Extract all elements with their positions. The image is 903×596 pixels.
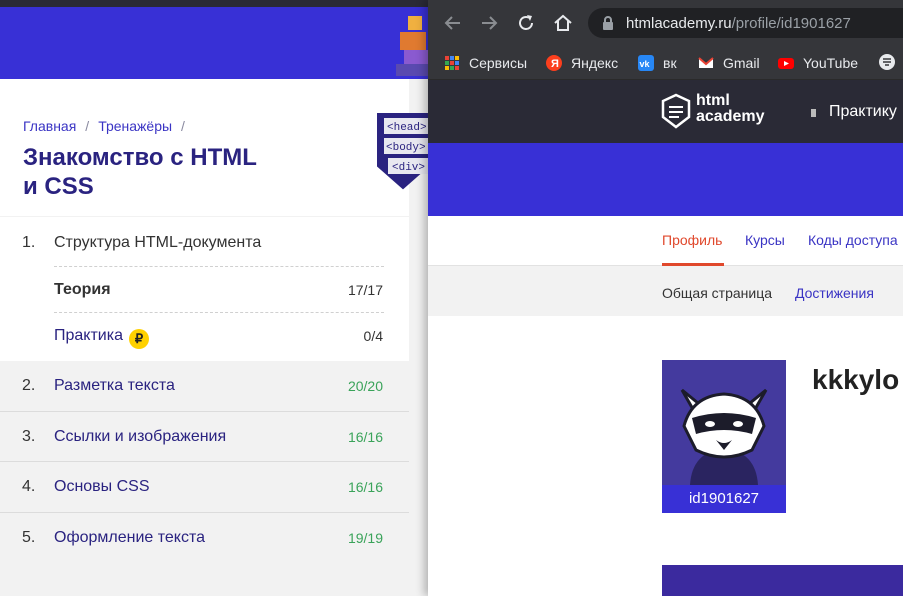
profile-tabs: Профиль Курсы Коды доступа [428, 216, 903, 266]
url-text: htmlacademy.ru/profile/id1901627 [626, 15, 851, 32]
ruble-coin-icon: ₽ [129, 329, 149, 349]
logo-line2: academy [696, 108, 765, 125]
breadcrumb: Главная / Тренажёры / [23, 118, 194, 134]
yandex-icon: Я [546, 55, 562, 71]
chapter-count: 20/20 [347, 378, 383, 394]
breadcrumb-separator: / [85, 118, 90, 134]
course-badge-icon: <head> <body> <div> [377, 113, 430, 190]
subitem-label: Практика ₽ [54, 327, 149, 349]
profile-banner [428, 143, 903, 216]
back-arrow-icon[interactable] [441, 11, 465, 35]
chapter-number: 2. [22, 377, 36, 394]
bookmark-vk[interactable]: vk вк [638, 53, 677, 73]
chapter-label: Основы CSS [54, 478, 150, 495]
decorative-illustration [396, 16, 430, 76]
page-title-line1: Знакомство с HTML [23, 144, 257, 171]
badge-body-tag: <body> [386, 142, 426, 154]
badge-head-tag: <head> [387, 122, 427, 134]
address-bar[interactable]: htmlacademy.ru/profile/id1901627 [588, 8, 903, 38]
screen: Главная / Тренажёры / Знакомство с HTML и C… [0, 0, 903, 596]
bookmark-label: YouTube [803, 55, 859, 71]
page-title: Знакомство с HTML и CSS [23, 143, 323, 201]
chapter-count: 19/19 [347, 529, 383, 546]
youtube-icon [778, 58, 794, 69]
apps-grid-icon [445, 56, 459, 70]
chapter-label: Оформление текста [54, 528, 206, 546]
chapter-number: 3. [22, 427, 36, 445]
chapter-number: 1. [22, 234, 36, 251]
chapter-1-section: 1. Структура HTML-документа Теория 17/17… [0, 217, 409, 361]
chapter-label: Структура HTML-документа [54, 234, 262, 251]
chapter-label: Разметка текста [54, 377, 175, 394]
globe-bookmark-icon[interactable] [878, 53, 896, 71]
subitem-label: Теория [54, 281, 111, 298]
avatar[interactable]: id1901627 [662, 360, 786, 513]
site-header: html academy Практику [428, 80, 903, 143]
subtab-achievements[interactable]: Достижения [795, 285, 874, 301]
chapter-row-2[interactable]: 2. Разметка текста 20/20 [0, 361, 409, 412]
chapter-list: 1. Структура HTML-документа Теория 17/17… [0, 217, 409, 563]
browser-toolbar: htmlacademy.ru/profile/id1901627 [428, 0, 903, 46]
html-academy-logo-icon[interactable] [661, 93, 691, 129]
url-path: /profile/id1901627 [731, 15, 851, 32]
chapter-count: 16/16 [347, 479, 383, 495]
profile-username: kkkylo [812, 364, 900, 395]
reload-icon[interactable] [514, 11, 538, 35]
profile-subtabs: Общая страница Достижения [428, 266, 903, 316]
bookmark-gmail[interactable]: Gmail [698, 53, 760, 73]
breadcrumb-trainers-link[interactable]: Тренажёры [98, 118, 172, 134]
subitem-theory[interactable]: Теория 17/17 [0, 267, 409, 313]
avatar-user-id: id1901627 [662, 485, 786, 513]
subitem-count: 0/4 [363, 328, 383, 344]
subitem-count: 17/17 [347, 282, 383, 298]
svg-text:vk: vk [640, 59, 651, 69]
chapter-row-5[interactable]: 5. Оформление текста 19/19 [0, 513, 409, 564]
browser-window: htmlacademy.ru/profile/id1901627 Сервисы… [428, 0, 903, 596]
chapter-row-3[interactable]: 3. Ссылки и изображения 16/16 [0, 412, 409, 462]
tab-access-codes[interactable]: Коды доступа [808, 232, 898, 248]
logo-text[interactable]: html academy [696, 93, 765, 125]
lock-icon [603, 16, 613, 30]
chapter-row-1[interactable]: 1. Структура HTML-документа [0, 217, 409, 263]
nav-item-marker-icon [811, 109, 816, 117]
badge-div-tag: <div> [392, 162, 425, 174]
chapter-number: 5. [22, 528, 36, 546]
subitem-label-text: Практика [54, 327, 123, 344]
bookmark-yandex[interactable]: Я Яндекс [546, 53, 618, 73]
url-host: htmlacademy.ru [626, 15, 732, 32]
bookmark-label: вк [663, 55, 677, 71]
header-banner [0, 7, 430, 79]
vk-icon: vk [638, 55, 654, 71]
chapter-label: Ссылки и изображения [54, 427, 227, 445]
bookmark-label: Gmail [723, 55, 760, 71]
window-top-strip [0, 0, 430, 7]
profile-stats-band [662, 565, 903, 596]
bookmarks-bar: Сервисы Я Яндекс vk вк Gmail YouTube [428, 46, 903, 80]
subtab-overview[interactable]: Общая страница [662, 285, 772, 301]
breadcrumb-separator: / [181, 118, 185, 134]
nav-item-practice[interactable]: Практику [829, 103, 897, 121]
svg-text:Я: Я [551, 58, 559, 70]
chapter-row-4[interactable]: 4. Основы CSS 16/16 [0, 462, 409, 513]
gmail-icon [698, 57, 714, 68]
logo-line1: html [696, 92, 730, 109]
raccoon-avatar-icon [680, 388, 768, 485]
bookmark-label: Яндекс [571, 55, 619, 71]
forward-arrow-icon[interactable] [477, 11, 501, 35]
tab-profile[interactable]: Профиль [662, 232, 722, 248]
chapter-count: 16/16 [347, 428, 383, 445]
breadcrumb-home-link[interactable]: Главная [23, 118, 76, 134]
home-icon[interactable] [551, 11, 575, 35]
chapter-number: 4. [22, 478, 36, 495]
trainer-window: Главная / Тренажёры / Знакомство с HTML и C… [0, 0, 430, 596]
tab-courses[interactable]: Курсы [745, 232, 785, 248]
bookmark-youtube[interactable]: YouTube [778, 53, 858, 73]
subitem-practice[interactable]: Практика ₽ 0/4 [0, 313, 409, 359]
bookmark-label: Сервисы [469, 55, 528, 71]
bookmark-services[interactable]: Сервисы [444, 53, 527, 73]
page-title-line2: и CSS [23, 173, 94, 200]
